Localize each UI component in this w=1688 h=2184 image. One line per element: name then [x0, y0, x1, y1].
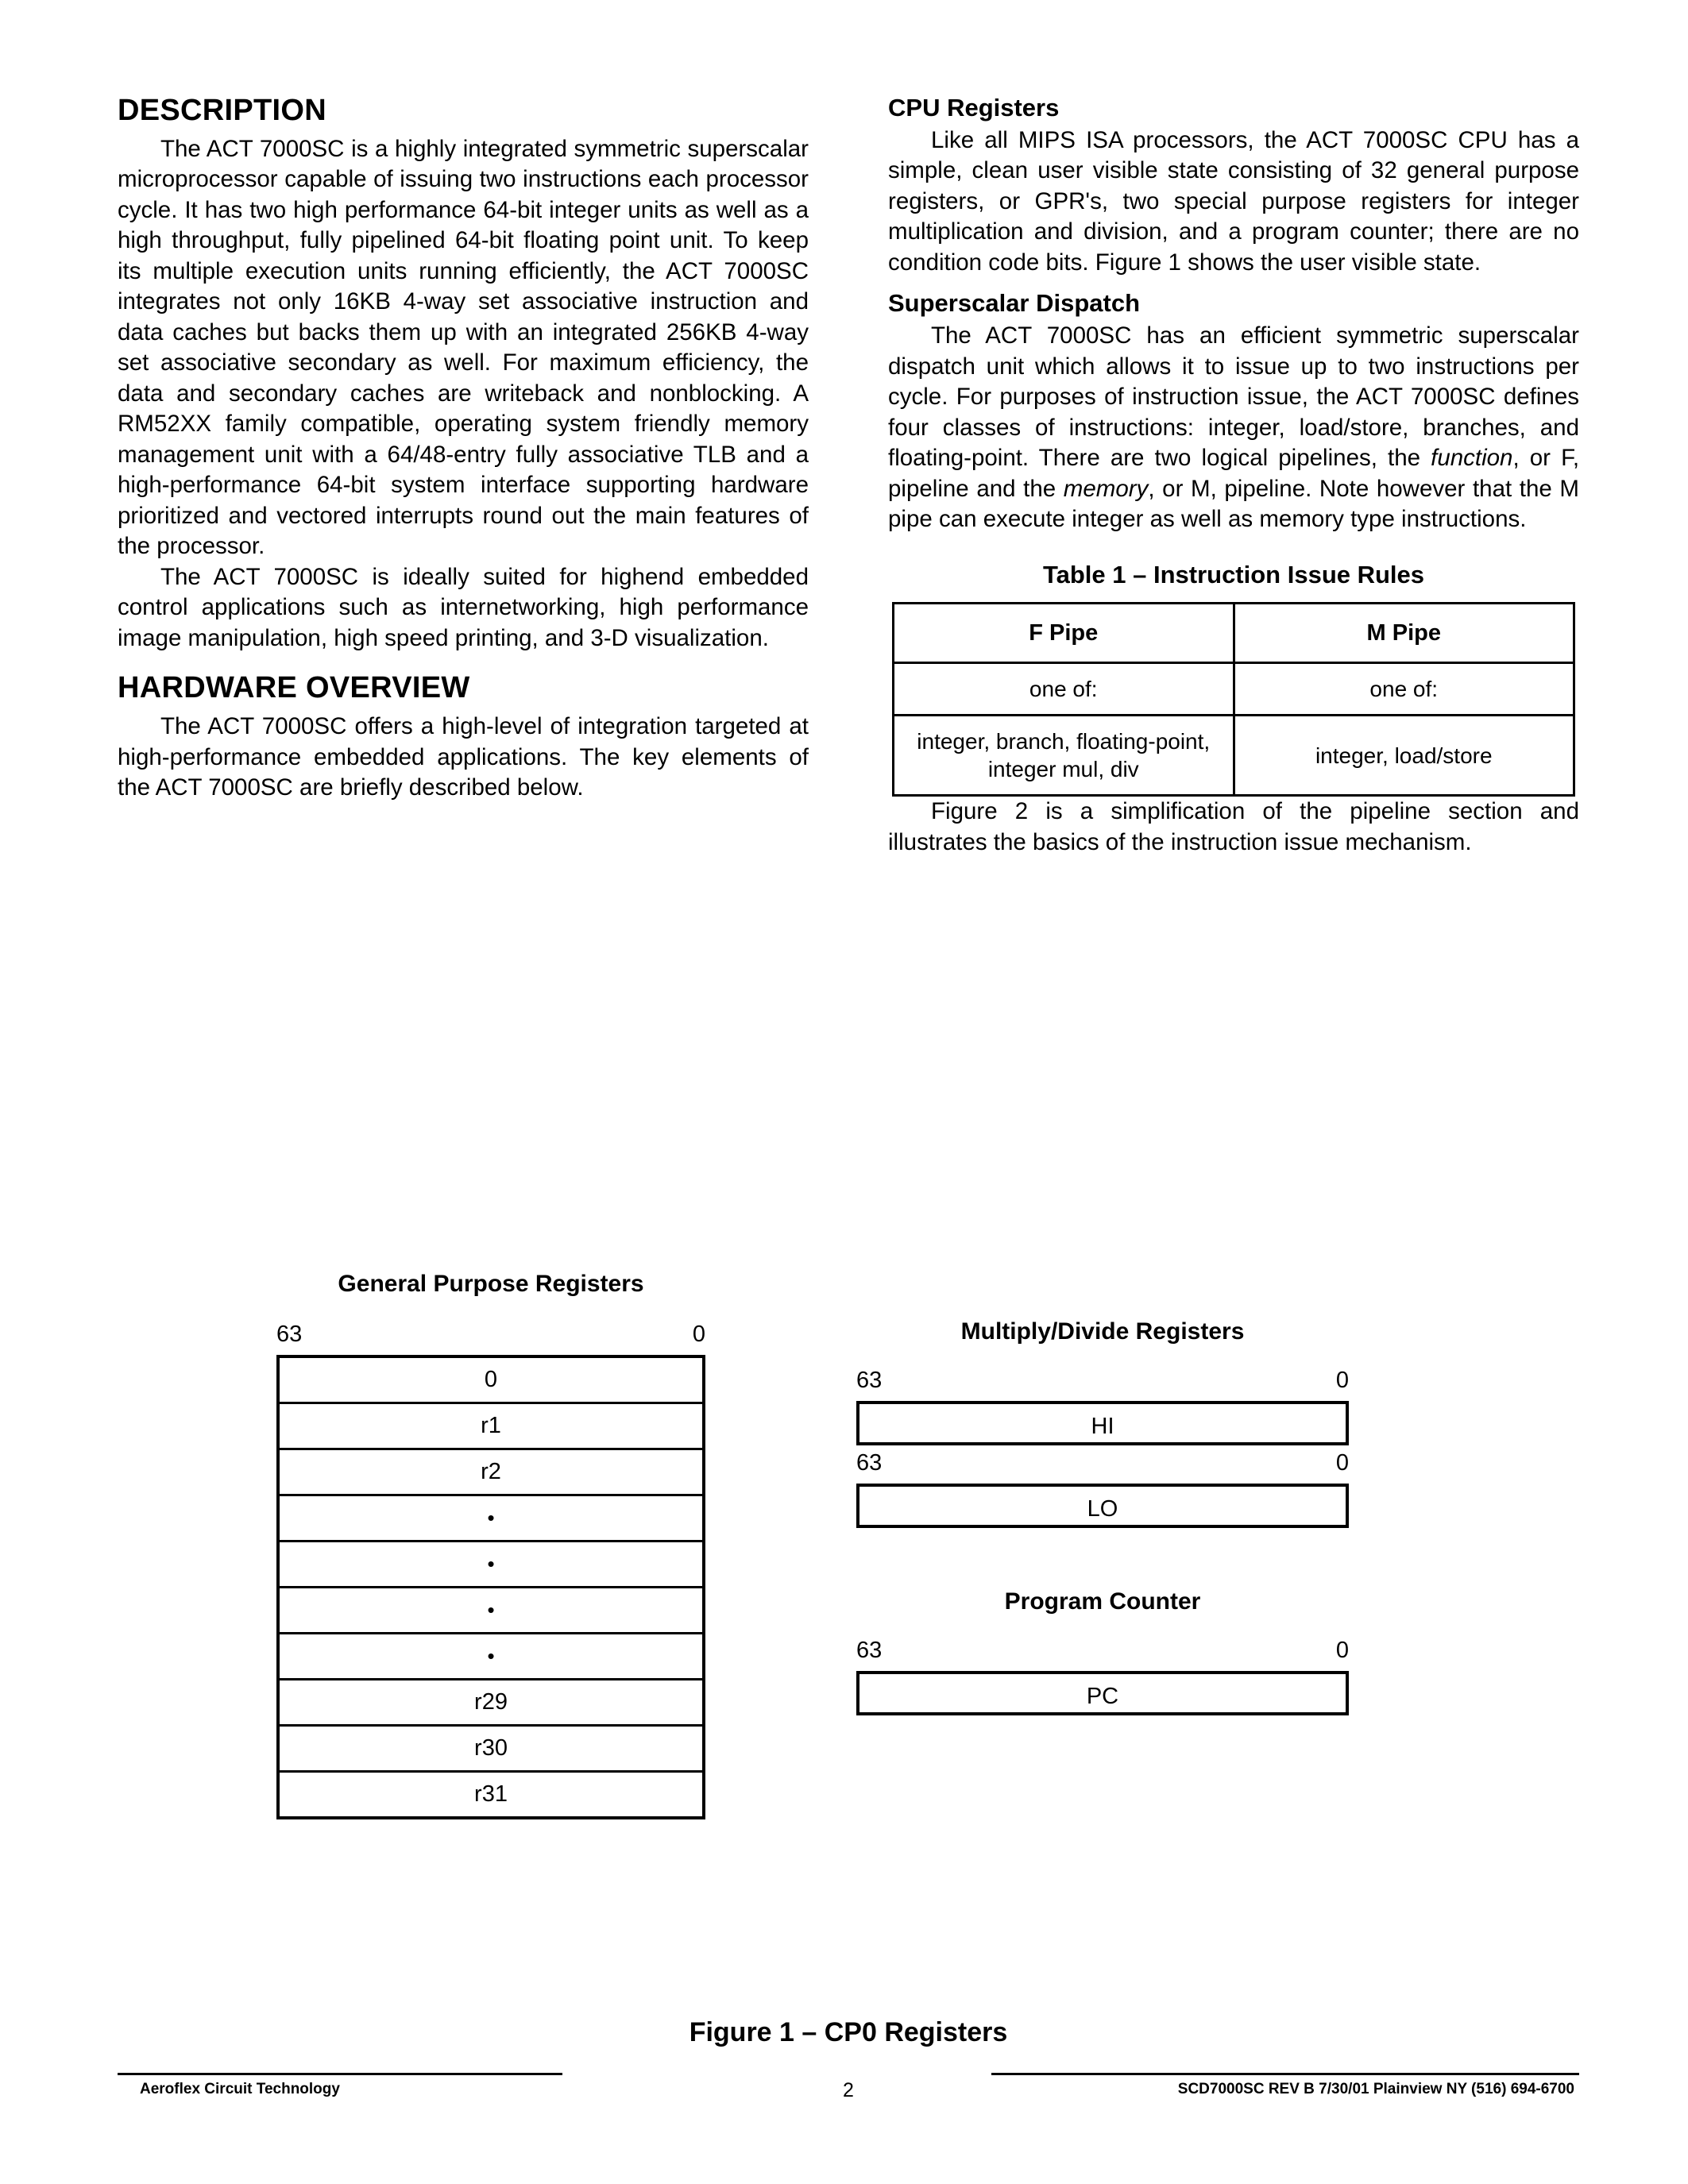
gpr-row: r29	[280, 1680, 702, 1727]
page: DESCRIPTION The ACT 7000SC is a highly i…	[0, 0, 1688, 2184]
table-row: integer, branch, floating-point, integer…	[892, 714, 1575, 797]
lo-bit-labels: 63 0	[856, 1450, 1349, 1484]
gpr-bit-high: 63	[276, 1322, 303, 1347]
multiply-divide-block: Multiply/Divide Registers 63 0 HI 63 0 L…	[856, 1318, 1349, 1528]
footer-page-number: 2	[843, 2079, 854, 2101]
figure-1-caption: Figure 1 – CP0 Registers	[689, 2017, 1008, 2047]
gpr-row: •	[280, 1542, 702, 1588]
program-counter-title: Program Counter	[1004, 1588, 1201, 1615]
lo-bit-high: 63	[856, 1450, 883, 1476]
pc-register-box: PC	[856, 1671, 1349, 1715]
table-cell-m-oneof: one of:	[1232, 662, 1575, 717]
table-header-row: F Pipe M Pipe	[892, 601, 1575, 665]
table-header-m-pipe: M Pipe	[1232, 601, 1575, 665]
paragraph-hardware-1: The ACT 7000SC offers a high-level of in…	[118, 713, 809, 801]
gpr-row: •	[280, 1588, 702, 1634]
right-column: CPU Registers Like all MIPS ISA processo…	[888, 94, 1579, 858]
hi-register-box: HI	[856, 1401, 1349, 1445]
hi-bit-labels: 63 0	[856, 1368, 1349, 1401]
gpr-row: r30	[280, 1727, 702, 1773]
paragraph-superscalar-dispatch: The ACT 7000SC has an efficient symmetri…	[888, 321, 1579, 534]
pc-bit-labels: 63 0	[856, 1638, 1349, 1671]
instruction-issue-rules-table: F Pipe M Pipe one of: one of: integer, b…	[892, 601, 1575, 797]
lo-register-box: LO	[856, 1484, 1349, 1528]
gpr-row: •	[280, 1634, 702, 1680]
footer-rule-left	[118, 2073, 562, 2075]
gpr-register-box: 0 r1 r2 • • • • r29 r30 r31	[276, 1355, 705, 1819]
footer-rule-right	[991, 2073, 1579, 2075]
heading-cpu-registers: CPU Registers	[888, 94, 1060, 122]
gpr-row: 0	[280, 1358, 702, 1404]
table-cell-m-classes: integer, load/store	[1232, 714, 1575, 797]
gpr-row: r1	[280, 1404, 702, 1450]
heading-hardware-overview: HARDWARE OVERVIEW	[118, 671, 470, 705]
pc-bit-high: 63	[856, 1638, 883, 1663]
pc-bit-low: 0	[1335, 1638, 1349, 1663]
table-cell-f-oneof: one of:	[892, 662, 1235, 717]
table-row: one of: one of:	[892, 662, 1575, 717]
heading-description: DESCRIPTION	[118, 94, 326, 127]
multiply-divide-title: Multiply/Divide Registers	[960, 1318, 1245, 1345]
gpr-row: r31	[474, 1781, 508, 1807]
paragraph-figure2-note: Figure 2 is a simplification of the pipe…	[888, 798, 1579, 855]
gpr-row: r2	[280, 1450, 702, 1496]
footer-document-id: SCD7000SC REV B 7/30/01 Plainview NY (51…	[1177, 2081, 1574, 2097]
paragraph-description-1: The ACT 7000SC is a highly integrated sy…	[118, 136, 809, 560]
hi-bit-high: 63	[856, 1368, 883, 1393]
gpr-bit-labels: 63 0	[276, 1322, 705, 1355]
paragraph-description-2: The ACT 7000SC is ideally suited for hig…	[118, 563, 809, 651]
program-counter-block: Program Counter 63 0 PC	[856, 1588, 1349, 1715]
heading-superscalar-dispatch: Superscalar Dispatch	[888, 289, 1141, 318]
gpr-block: General Purpose Registers 63 0 0 r1 r2 •…	[276, 1271, 705, 1819]
left-column: DESCRIPTION The ACT 7000SC is a highly i…	[118, 94, 809, 804]
gpr-bit-low: 0	[692, 1322, 705, 1347]
footer-company: Aeroflex Circuit Technology	[140, 2081, 340, 2097]
superscalar-italic-memory: memory	[1063, 475, 1149, 502]
gpr-title: General Purpose Registers	[338, 1271, 644, 1297]
lo-bit-low: 0	[1335, 1450, 1349, 1476]
hi-bit-low: 0	[1335, 1368, 1349, 1393]
table-cell-f-classes: integer, branch, floating-point, integer…	[892, 714, 1235, 797]
figure-1: General Purpose Registers 63 0 0 r1 r2 •…	[118, 1271, 1579, 2065]
superscalar-italic-function: function	[1431, 445, 1513, 472]
gpr-row: •	[280, 1496, 702, 1542]
table-1-title: Table 1 – Instruction Issue Rules	[1042, 560, 1425, 588]
table-header-f-pipe: F Pipe	[892, 601, 1235, 665]
paragraph-cpu-registers: Like all MIPS ISA processors, the ACT 70…	[888, 127, 1579, 276]
